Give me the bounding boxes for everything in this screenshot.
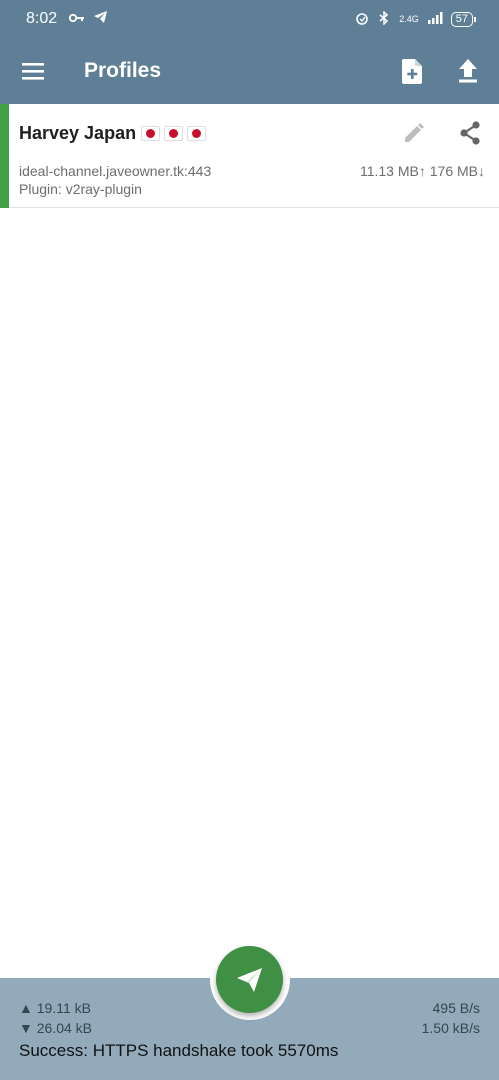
alarm-icon	[355, 11, 369, 28]
connection-status[interactable]: Success: HTTPS handshake took 5570ms	[19, 1041, 338, 1061]
wifi-2g-icon: 2.4G	[399, 14, 419, 24]
profile-name-label: Harvey Japan	[19, 123, 137, 143]
telegram-icon	[94, 10, 108, 28]
share-profile-button[interactable]	[455, 118, 485, 148]
profile-name: Harvey Japan	[19, 123, 207, 144]
import-button[interactable]	[440, 38, 496, 104]
status-left-icons	[69, 10, 108, 28]
add-profile-button[interactable]	[384, 38, 440, 104]
status-bar: 8:02 2.4G 57	[0, 0, 499, 38]
upload-rate: 495 B/s	[432, 1000, 480, 1016]
status-right-icons: 2.4G 57	[355, 9, 477, 28]
battery-indicator: 57	[450, 11, 477, 27]
vpn-key-icon	[69, 10, 85, 28]
japan-flag-icon	[187, 126, 207, 141]
paper-plane-icon	[236, 967, 262, 992]
traffic-usage: 11.13 MB↑ 176 MB↓	[359, 163, 485, 179]
japan-flag-icon	[141, 126, 161, 141]
download-total: ▼ 26.04 kB	[19, 1020, 93, 1036]
server-address: ideal-channel.javeowner.tk:443	[19, 163, 212, 179]
share-icon	[460, 121, 480, 145]
japan-flag-icon	[164, 126, 184, 141]
signal-icon	[427, 11, 443, 27]
download-rate: 1.50 kB/s	[421, 1020, 480, 1036]
status-time: 8:02	[26, 10, 58, 27]
profile-card[interactable]: Harvey Japan ideal-channel.javeowner.tk:…	[0, 104, 499, 208]
edit-profile-button[interactable]	[399, 118, 429, 148]
selected-indicator	[0, 104, 9, 208]
pencil-icon	[405, 123, 424, 142]
app-bar: Profiles	[0, 38, 499, 104]
plugin-label: Plugin: v2ray-plugin	[19, 181, 142, 197]
bluetooth-icon	[377, 9, 391, 28]
page-title: Profiles	[84, 59, 162, 82]
add-file-icon	[402, 58, 422, 84]
connect-fab[interactable]	[216, 946, 283, 1013]
hamburger-icon	[22, 63, 44, 80]
menu-button[interactable]	[0, 38, 66, 104]
upload-icon	[459, 59, 477, 83]
upload-total: ▲ 19.11 kB	[19, 1000, 91, 1016]
flag-group	[141, 126, 207, 141]
